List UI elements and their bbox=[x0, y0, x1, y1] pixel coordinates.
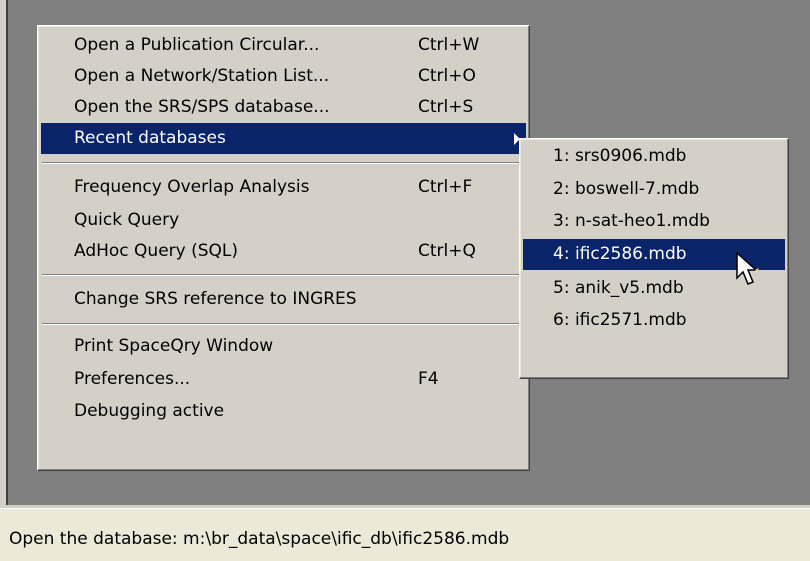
menu-item-shortcut: Ctrl+W bbox=[418, 35, 480, 55]
menu-item-label: Print SpaceQry Window bbox=[74, 336, 274, 356]
recent-db-item[interactable]: 6: ific2571.mdb bbox=[523, 305, 785, 336]
main-menu: Open a Publication Circular... Ctrl+W Op… bbox=[37, 25, 530, 471]
recent-db-item[interactable]: 2: boswell-7.mdb bbox=[523, 174, 785, 205]
menu-item-label: Quick Query bbox=[74, 210, 180, 230]
status-bar-text: Open the database: m:\br_data\space\ific… bbox=[9, 529, 510, 549]
menu-item-label: Open the SRS/SPS database... bbox=[74, 97, 330, 117]
menu-item-label: Open a Network/Station List... bbox=[74, 66, 330, 86]
menu-item-open-srs-sps-database[interactable]: Open the SRS/SPS database... Ctrl+S bbox=[41, 92, 526, 123]
menu-item-debugging-active[interactable]: Debugging active bbox=[41, 396, 526, 427]
menu-item-print-spaceqry-window[interactable]: Print SpaceQry Window bbox=[41, 331, 526, 362]
menu-separator bbox=[42, 274, 525, 276]
menu-item-label: Frequency Overlap Analysis bbox=[74, 177, 310, 197]
menu-separator bbox=[42, 162, 525, 164]
recent-db-label: 3: n-sat-heo1.mdb bbox=[553, 211, 710, 231]
menu-item-label: Recent databases bbox=[74, 128, 226, 148]
recent-db-label: 2: boswell-7.mdb bbox=[553, 179, 700, 199]
menu-item-label: Change SRS reference to INGRES bbox=[74, 289, 357, 309]
menu-item-label: Debugging active bbox=[74, 401, 225, 421]
window-left-edge bbox=[0, 0, 8, 508]
menu-item-shortcut: Ctrl+O bbox=[418, 66, 476, 86]
recent-db-label: 5: anik_v5.mdb bbox=[553, 278, 684, 298]
status-bar: Open the database: m:\br_data\space\ific… bbox=[0, 508, 810, 561]
menu-item-quick-query[interactable]: Quick Query bbox=[41, 205, 526, 236]
menu-item-shortcut: Ctrl+Q bbox=[418, 241, 476, 261]
menu-item-shortcut: F4 bbox=[418, 369, 439, 389]
menu-item-open-publication-circular[interactable]: Open a Publication Circular... Ctrl+W bbox=[41, 30, 526, 61]
recent-db-label: 4: ific2586.mdb bbox=[553, 244, 687, 264]
menu-item-open-network-station-list[interactable]: Open a Network/Station List... Ctrl+O bbox=[41, 61, 526, 92]
menu-item-recent-databases[interactable]: Recent databases bbox=[41, 123, 526, 154]
menu-item-preferences[interactable]: Preferences... F4 bbox=[41, 364, 526, 395]
recent-db-label: 6: ific2571.mdb bbox=[553, 310, 687, 330]
menu-item-frequency-overlap-analysis[interactable]: Frequency Overlap Analysis Ctrl+F bbox=[41, 172, 526, 203]
recent-db-item[interactable]: 1: srs0906.mdb bbox=[523, 141, 785, 172]
menu-item-label: Preferences... bbox=[74, 369, 191, 389]
menu-item-adhoc-query-sql[interactable]: AdHoc Query (SQL) Ctrl+Q bbox=[41, 236, 526, 267]
menu-item-change-srs-reference[interactable]: Change SRS reference to INGRES bbox=[41, 284, 526, 315]
mouse-pointer-icon bbox=[736, 252, 759, 285]
menu-item-shortcut: Ctrl+F bbox=[418, 177, 473, 197]
menu-item-label: Open a Publication Circular... bbox=[74, 35, 320, 55]
recent-db-item[interactable]: 3: n-sat-heo1.mdb bbox=[523, 206, 785, 237]
recent-db-label: 1: srs0906.mdb bbox=[553, 146, 687, 166]
menu-item-label: AdHoc Query (SQL) bbox=[74, 241, 239, 261]
menu-item-shortcut: Ctrl+S bbox=[418, 97, 474, 117]
menu-separator bbox=[42, 323, 525, 325]
